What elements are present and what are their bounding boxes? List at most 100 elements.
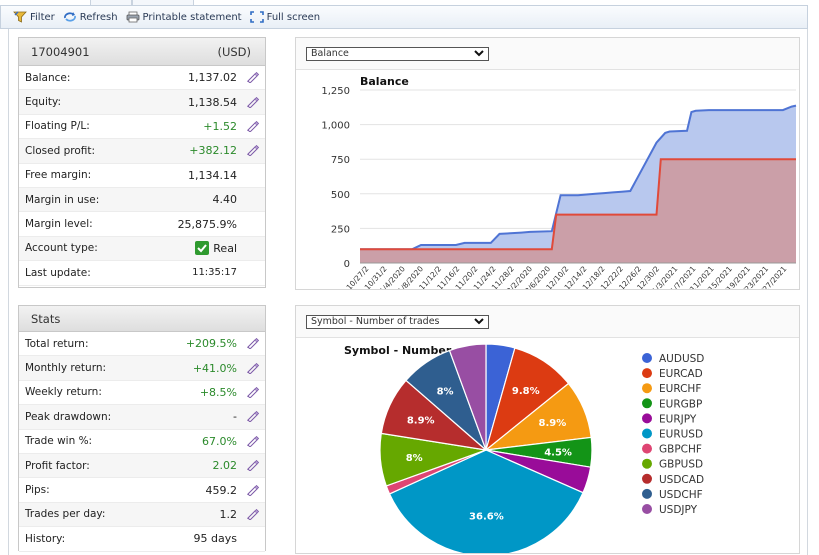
edit-button[interactable]	[237, 460, 259, 472]
toolbar: Filter Refresh Printable statement Full …	[0, 5, 808, 29]
y-tick-label: 0	[344, 259, 350, 270]
stats-row-value: 67.0%	[202, 434, 237, 448]
stats-row-label: Pips:	[25, 484, 50, 497]
printable-statement-button[interactable]: Printable statement	[126, 11, 242, 23]
account-row-value: 25,875.9%	[177, 217, 237, 231]
legend-label: USDJPY	[659, 504, 698, 516]
edit-button[interactable]	[237, 96, 259, 108]
symbol-pie-chart: Symbol - Number of trades9.8%8.9%4.5%36.…	[344, 343, 704, 555]
edit-button[interactable]	[237, 435, 259, 447]
chevron-down-icon	[474, 50, 484, 57]
stats-row: History: 95 days	[19, 527, 265, 552]
legend-swatch	[642, 368, 652, 379]
balance-chart-panel: Balance Balance 0 250 500 750 1,000 1,250 10/27…	[295, 37, 800, 299]
legend-swatch	[642, 458, 652, 469]
stats-row-label: Profit factor:	[25, 459, 90, 472]
edit-button[interactable]	[237, 508, 259, 520]
account-panel-header: 17004901 (USD)	[19, 38, 265, 66]
full-screen-button[interactable]: Full screen	[249, 11, 321, 23]
edit-icon	[247, 411, 259, 423]
account-row-label: Account type:	[25, 242, 98, 255]
account-row: Account type: Real	[19, 236, 265, 262]
legend-swatch	[642, 413, 652, 424]
printer-icon	[126, 11, 139, 23]
account-row-label: Closed profit:	[25, 144, 96, 157]
y-tick-label: 1,250	[321, 86, 350, 97]
edit-icon	[247, 508, 259, 520]
stats-row: Total return: +209.5%	[19, 332, 265, 357]
stats-row-value: +8.5%	[199, 385, 237, 399]
stats-row-label: Peak drawdown:	[25, 410, 112, 423]
legend-label: EURGBP	[659, 398, 702, 410]
stats-row: Peak drawdown: -	[19, 405, 265, 430]
legend-swatch	[642, 473, 652, 484]
stats-row: Weekly return: +8.5%	[19, 380, 265, 406]
refresh-button[interactable]: Refresh	[63, 11, 118, 23]
pie-slice-label: 4.5%	[544, 448, 572, 459]
refresh-label: Refresh	[79, 11, 118, 23]
account-panel: 17004901 (USD) Balance: 1,137.02 Equity: 1,…	[18, 37, 266, 288]
account-row: Balance: 1,137.02	[19, 66, 265, 91]
pie-slice-label: 36.6%	[469, 512, 504, 523]
legend-label: GBPCHF	[659, 444, 702, 456]
filter-button[interactable]: Filter	[13, 11, 55, 23]
edit-button[interactable]	[237, 120, 259, 132]
edit-icon	[247, 386, 259, 398]
edit-icon	[247, 72, 259, 84]
legend-label: GBPUSD	[659, 459, 703, 471]
edit-button[interactable]	[237, 72, 259, 84]
legend-swatch	[642, 443, 652, 454]
edit-button[interactable]	[237, 145, 259, 157]
edit-button[interactable]	[237, 411, 259, 423]
balance-chart: Balance02505007501,0001,25010/27/210/31/…	[321, 75, 797, 299]
stats-row-label: History:	[25, 532, 66, 545]
pie-slice-label: 9.8%	[512, 386, 540, 397]
filter-icon	[13, 11, 27, 23]
legend-swatch	[642, 353, 652, 363]
balance-chart-header: Balance	[296, 38, 799, 70]
account-row-label: Equity:	[25, 96, 61, 109]
account-row: Last update: 11:35:17	[19, 261, 265, 286]
stats-row-value: 1.2	[219, 507, 238, 521]
symbol-chart-select[interactable]: Symbol - Number of trades	[306, 314, 489, 329]
pie-slice-label: 8.9%	[407, 416, 435, 427]
pie-slice-label: 8%	[437, 387, 454, 398]
symbol-select-value: Symbol - Number of trades	[311, 316, 440, 327]
y-tick-label: 1,000	[321, 121, 350, 132]
chevron-down-icon	[474, 318, 484, 325]
stats-row-label: Weekly return:	[25, 386, 102, 399]
stats-row-label: Trades per day:	[25, 508, 106, 521]
account-row-value: 4.40	[212, 193, 238, 207]
account-row-label: Floating P/L:	[25, 120, 90, 133]
legend-label: EURCAD	[659, 368, 703, 380]
stats-row-value: 2.02	[212, 459, 238, 473]
edit-button[interactable]	[237, 362, 259, 374]
account-row-value: 1,137.02	[188, 71, 237, 85]
y-tick-label: 500	[331, 190, 350, 201]
full-screen-label: Full screen	[266, 11, 321, 23]
edit-button[interactable]	[237, 386, 259, 398]
edit-icon	[247, 338, 259, 350]
pie-slice-label: 8.9%	[539, 418, 567, 429]
edit-button[interactable]	[237, 338, 259, 350]
edit-icon	[247, 460, 259, 472]
account-row-value: +1.52	[203, 119, 237, 133]
legend-swatch	[642, 428, 652, 439]
account-row-value: 1,134.14	[188, 168, 237, 182]
account-row-label: Margin level:	[25, 218, 93, 231]
edit-button[interactable]	[237, 484, 259, 496]
account-row: Margin level: 25,875.9%	[19, 212, 265, 237]
y-tick-label: 750	[331, 155, 350, 166]
stats-row: Trades per day: 1.2	[19, 502, 265, 528]
legend-swatch	[642, 504, 652, 514]
legend-swatch	[642, 488, 652, 499]
legend-label: USDCAD	[659, 474, 704, 486]
stats-row-value: 95 days	[193, 532, 237, 546]
stats-row: Monthly return: +41.0%	[19, 356, 265, 381]
refresh-icon	[63, 12, 76, 22]
y-tick-label: 250	[331, 224, 350, 235]
balance-chart-select[interactable]: Balance	[306, 46, 489, 61]
edit-icon	[247, 120, 259, 132]
legend-label: EURJPY	[659, 413, 697, 425]
stats-row-label: Trade win %:	[25, 435, 93, 448]
